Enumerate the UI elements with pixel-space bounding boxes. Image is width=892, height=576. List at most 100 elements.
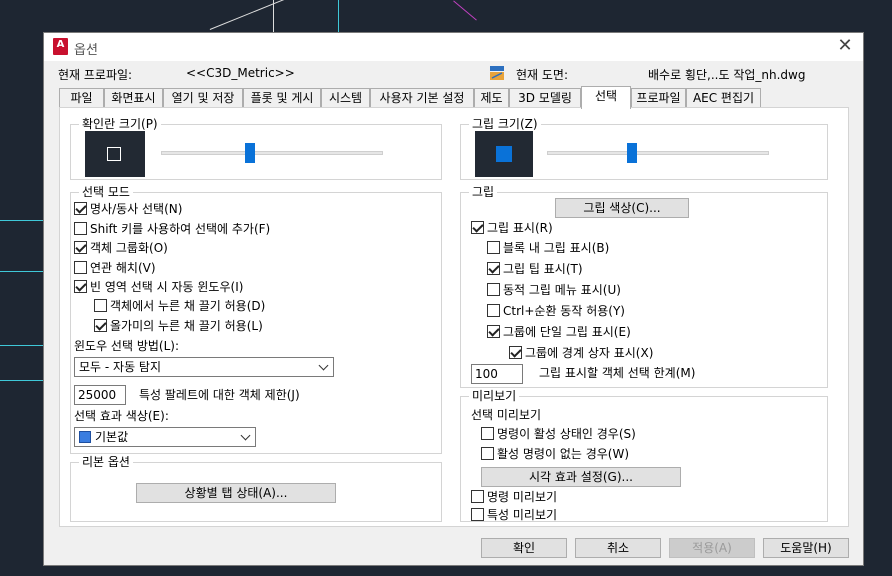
title-bar: A 옵션 ✕ [44, 33, 863, 61]
effect-color-label: 선택 효과 색상(E): [74, 409, 169, 423]
tab-plot-publish[interactable]: 플롯 및 게시 [243, 88, 321, 108]
tab-drafting[interactable]: 제도 [474, 88, 509, 108]
tab-aec-editor[interactable]: AEC 편집기 [686, 88, 761, 108]
checkbox-box[interactable] [74, 222, 87, 235]
option-label: 객체 그룹화(O) [90, 241, 168, 255]
dynamic-grip-menu-checkbox[interactable]: 동적 그립 메뉴 표시(U) [487, 282, 621, 298]
option-label: 특성 미리보기 [487, 508, 558, 522]
options-dialog: A 옵션 ✕ 현재 프로파일: <<C3D_Metric>> 현재 도면: 배수… [43, 32, 864, 566]
checkbox-box[interactable] [74, 241, 87, 254]
contextual-tab-states-button[interactable]: 상황별 탭 상태(A)... [136, 483, 336, 503]
grip-preview [475, 131, 533, 177]
selection-tab-panel: 확인란 크기(P) 선택 모드 명사/동사 선택(N) Shift 키를 사용하… [59, 107, 849, 527]
grips-legend: 그립 [469, 184, 498, 200]
selection-modes-legend: 선택 모드 [79, 184, 133, 200]
drawing-line [0, 380, 43, 381]
tab-system[interactable]: 시스템 [321, 88, 370, 108]
pickbox-square-icon [107, 147, 121, 161]
tab-display[interactable]: 화면표시 [104, 88, 163, 108]
grip-limit-input[interactable]: 100 [471, 364, 523, 384]
checkbox-box[interactable] [74, 202, 87, 215]
close-icon[interactable]: ✕ [835, 35, 855, 56]
current-profile-label: 현재 프로파일: [58, 68, 133, 82]
visual-effect-settings-button[interactable]: 시각 효과 설정(G)... [481, 467, 681, 487]
selection-preview-label: 선택 미리보기 [471, 408, 542, 422]
cancel-button[interactable]: 취소 [575, 538, 661, 558]
grip-slider-track[interactable] [547, 151, 769, 155]
grip-slider-thumb[interactable] [627, 143, 637, 163]
object-limit-input[interactable]: 25000 [74, 385, 126, 405]
checkbox-box[interactable] [509, 346, 522, 359]
drawing-line [453, 0, 477, 21]
color-swatch [79, 431, 91, 443]
press-drag-lasso-checkbox[interactable]: 올가미의 누른 채 끌기 허용(L) [94, 318, 263, 334]
preview-no-command-checkbox[interactable]: 활성 명령이 없는 경우(W) [481, 446, 629, 462]
preview-command-active-checkbox[interactable]: 명령이 활성 상태인 경우(S) [481, 426, 636, 442]
option-label: 빈 영역 선택 시 자동 윈도우(I) [90, 280, 244, 294]
pickbox-size-group: 확인란 크기(P) [70, 116, 442, 180]
checkbox-box[interactable] [471, 221, 484, 234]
pickbox-slider-thumb[interactable] [245, 143, 255, 163]
ctrl-cycling-checkbox[interactable]: Ctrl+순환 동작 허용(Y) [487, 303, 625, 319]
checkbox-box[interactable] [94, 299, 107, 312]
grip-square-icon [496, 146, 512, 162]
checkbox-box[interactable] [471, 508, 484, 521]
object-grouping-checkbox[interactable]: 객체 그룹화(O) [74, 240, 168, 256]
implied-windowing-checkbox[interactable]: 빈 영역 선택 시 자동 윈도우(I) [74, 279, 243, 295]
tab-user-preferences[interactable]: 사용자 기본 설정 [370, 88, 474, 108]
checkbox-box[interactable] [487, 241, 500, 254]
bounding-box-groups-checkbox[interactable]: 그룹에 경계 상자 표시(X) [509, 345, 653, 361]
option-label: 올가미의 누른 채 끌기 허용(L) [110, 319, 263, 333]
option-label: 객체에서 누른 채 끌기 허용(D) [110, 299, 266, 313]
option-label: Ctrl+순환 동작 허용(Y) [503, 304, 625, 318]
checkbox-box[interactable] [471, 490, 484, 503]
window-method-select[interactable]: 모두 - 자동 탐지 [74, 357, 334, 377]
press-drag-object-checkbox[interactable]: 객체에서 누른 채 끌기 허용(D) [94, 298, 265, 314]
chevron-down-icon [240, 430, 251, 441]
option-label: 명사/동사 선택(N) [90, 202, 183, 216]
help-button[interactable]: 도움말(H) [763, 538, 849, 558]
checkbox-box[interactable] [487, 283, 500, 296]
checkbox-box[interactable] [481, 447, 494, 460]
tab-selection[interactable]: 선택 [581, 86, 631, 109]
checkbox-box[interactable] [487, 304, 500, 317]
drawing-line [0, 220, 43, 221]
drawing-line [273, 0, 274, 32]
drawing-line [0, 345, 43, 346]
pickbox-preview [85, 131, 145, 177]
show-grips-checkbox[interactable]: 그립 표시(R) [471, 220, 553, 236]
checkbox-box[interactable] [487, 325, 500, 338]
grips-in-blocks-checkbox[interactable]: 블록 내 그립 표시(B) [487, 240, 609, 256]
checkbox-box[interactable] [94, 319, 107, 332]
effect-color-select[interactable]: 기본값 [74, 427, 256, 447]
shift-add-checkbox[interactable]: Shift 키를 사용하여 선택에 추가(F) [74, 221, 270, 237]
tab-files[interactable]: 파일 [59, 88, 104, 108]
grip-tips-checkbox[interactable]: 그립 팁 표시(T) [487, 261, 583, 277]
command-preview-checkbox[interactable]: 명령 미리보기 [471, 489, 557, 505]
option-label: 명령 미리보기 [487, 490, 558, 504]
option-label: 명령이 활성 상태인 경우(S) [497, 427, 636, 441]
checkbox-box[interactable] [481, 427, 494, 440]
window-method-label: 윈도우 선택 방법(L): [74, 339, 180, 353]
drawing-line [0, 271, 43, 272]
apply-button[interactable]: 적용(A) [669, 538, 755, 558]
checkbox-box[interactable] [74, 280, 87, 293]
checkbox-box[interactable] [487, 262, 500, 275]
grip-colors-button[interactable]: 그립 색상(C)... [555, 198, 689, 218]
property-preview-checkbox[interactable]: 특성 미리보기 [471, 507, 557, 523]
single-grip-groups-checkbox[interactable]: 그룹에 단일 그립 표시(E) [487, 324, 631, 340]
grip-size-legend: 그립 크기(Z) [469, 116, 541, 132]
noun-verb-selection-checkbox[interactable]: 명사/동사 선택(N) [74, 201, 182, 217]
tab-open-save[interactable]: 열기 및 저장 [163, 88, 243, 108]
checkbox-box[interactable] [74, 261, 87, 274]
window-method-value: 모두 - 자동 탐지 [79, 360, 162, 374]
drawing-line [338, 0, 339, 32]
ok-button[interactable]: 확인 [481, 538, 567, 558]
associative-hatch-checkbox[interactable]: 연관 해치(V) [74, 260, 156, 276]
pickbox-slider-track[interactable] [161, 151, 383, 155]
drawing-icon [490, 66, 504, 80]
tab-profiles[interactable]: 프로파일 [631, 88, 686, 108]
option-label: 동적 그립 메뉴 표시(U) [503, 283, 621, 297]
ribbon-options-group: 리본 옵션 상황별 탭 상태(A)... [70, 454, 442, 522]
tab-3d-modeling[interactable]: 3D 모델링 [509, 88, 581, 108]
